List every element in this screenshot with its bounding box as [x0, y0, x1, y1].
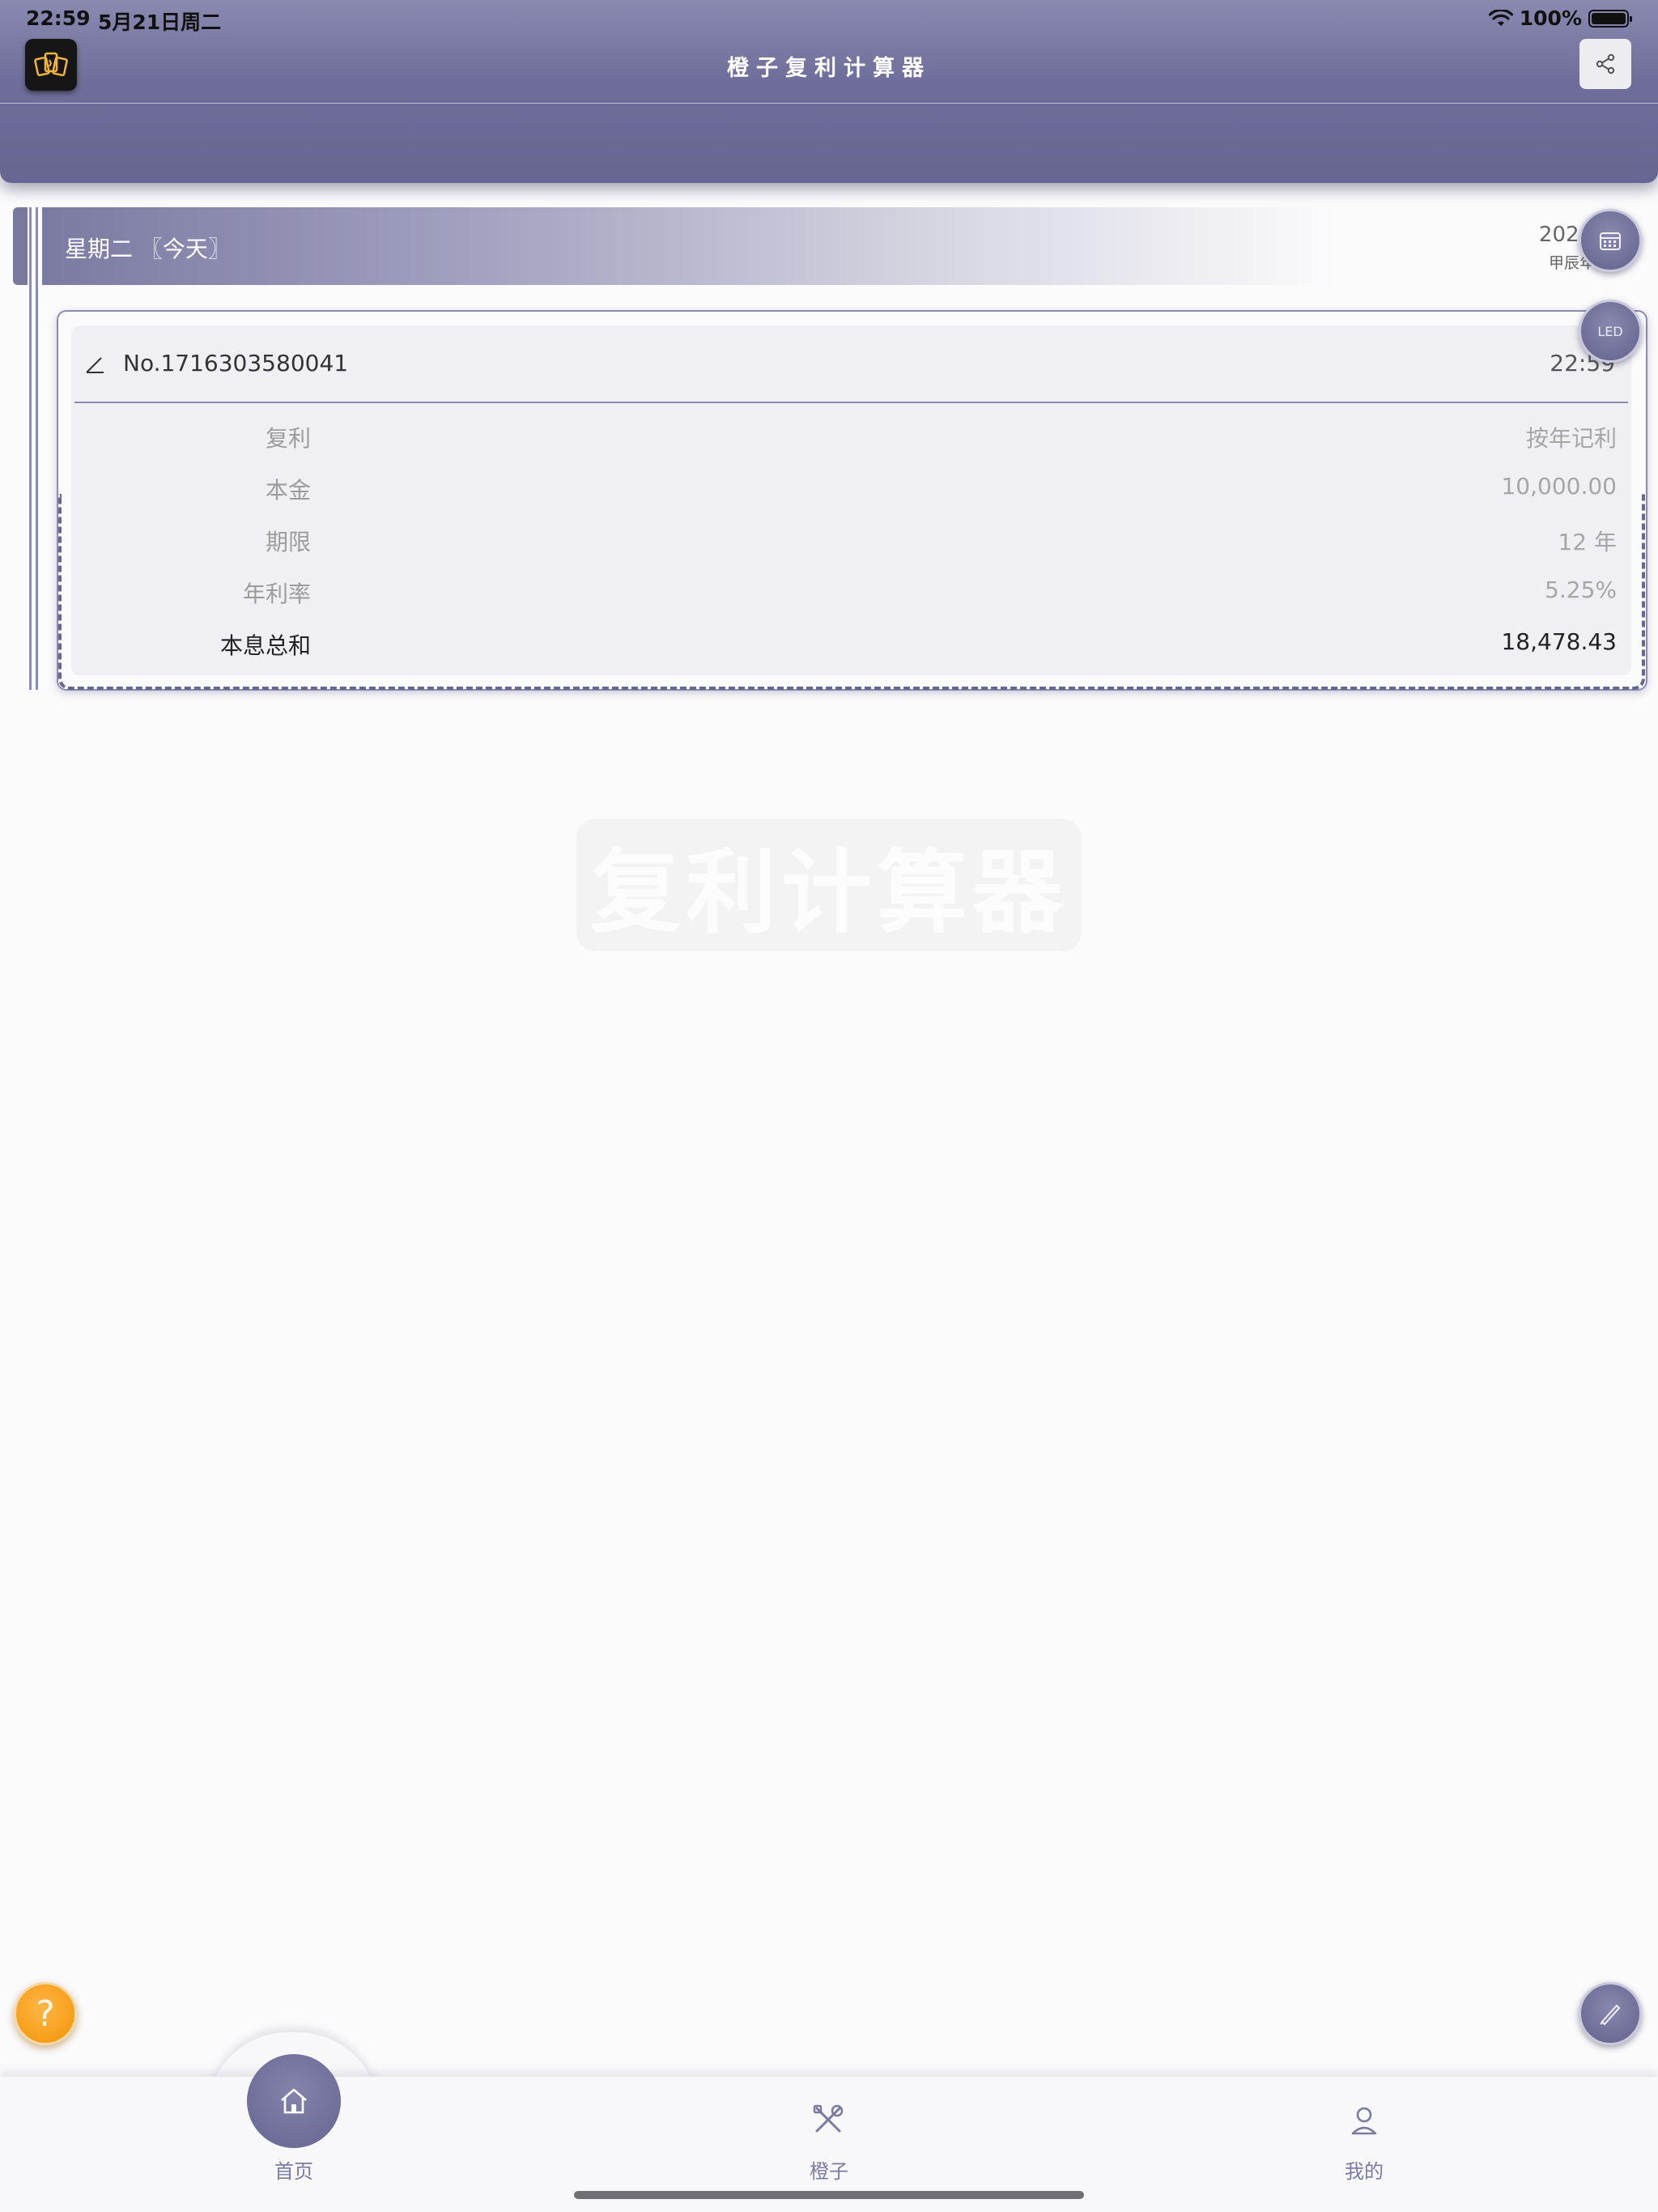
timeline-rail — [29, 207, 32, 690]
top-header: 22:59 5月21日周二 100% 橙子复利计算器 — [0, 0, 1658, 183]
row-value: 5.25% — [1545, 576, 1617, 603]
help-icon: ? — [36, 1993, 55, 2035]
row-value: 按年记利 — [1525, 425, 1617, 452]
record-number: No.1716303580041 — [123, 350, 349, 376]
header-divider — [0, 103, 1658, 104]
row-label: 本金 — [265, 477, 311, 504]
status-date: 5月21日周二 — [98, 11, 222, 34]
record-row-term: 期限 12 年 — [71, 515, 1631, 567]
watermark: 复利计算器 — [576, 819, 1082, 951]
day-header-bar — [42, 207, 1658, 285]
page-title: 橙子复利计算器 — [727, 56, 931, 81]
tools-icon[interactable] — [810, 2102, 846, 2138]
battery-percent: 100% — [1519, 6, 1582, 30]
row-value: 18,478.43 — [1501, 628, 1617, 655]
tab-home[interactable] — [247, 2054, 341, 2148]
row-label: 年利率 — [242, 581, 311, 607]
status-indicators: 100% — [1488, 6, 1632, 30]
record-row-rate: 年利率 5.25% — [71, 567, 1631, 619]
battery-icon — [1588, 9, 1632, 28]
wifi-icon — [1488, 9, 1513, 26]
user-icon[interactable] — [1346, 2103, 1382, 2138]
help-button[interactable]: ? — [14, 1982, 77, 2045]
record-row-principal: 本金 10,000.00 — [71, 463, 1631, 515]
timeline-rail — [36, 207, 38, 690]
record-card-header: No.1716303580041 22:59 — [71, 325, 1631, 402]
row-value: 12 年 — [1558, 529, 1617, 555]
row-label: 本息总和 — [219, 632, 311, 659]
share-button[interactable] — [1579, 39, 1631, 89]
led-button[interactable]: LED — [1579, 300, 1642, 363]
pen-icon — [1600, 2004, 1621, 2026]
record-row-compound: 复利 按年记利 — [71, 411, 1631, 463]
row-value: 10,000.00 — [1501, 473, 1617, 500]
record-card-divider — [74, 402, 1628, 403]
share-icon — [1596, 53, 1615, 74]
new-record-button[interactable] — [1579, 1982, 1642, 2045]
calendar-icon — [1600, 232, 1621, 250]
status-time: 22:59 — [26, 6, 91, 30]
home-indicator — [574, 2191, 1084, 2199]
record-card[interactable]: No.1716303580041 22:59 复利 按年记利 本金 10,000… — [71, 325, 1631, 675]
row-label: 期限 — [265, 529, 311, 555]
edit-icon[interactable] — [84, 353, 107, 376]
led-label: LED — [1597, 323, 1623, 339]
tab-label-mine[interactable]: 我的 — [1299, 2155, 1429, 2184]
day-label: 星期二 〖今天〗 — [65, 236, 231, 262]
tab-label-tools[interactable]: 橙子 — [764, 2155, 894, 2184]
row-label: 复利 — [265, 425, 311, 452]
timeline-accent — [13, 207, 28, 285]
tab-label-home[interactable]: 首页 — [229, 2155, 359, 2184]
calendar-button[interactable] — [1579, 209, 1642, 272]
home-icon — [281, 2088, 307, 2114]
record-row-total: 本息总和 18,478.43 — [71, 619, 1631, 670]
